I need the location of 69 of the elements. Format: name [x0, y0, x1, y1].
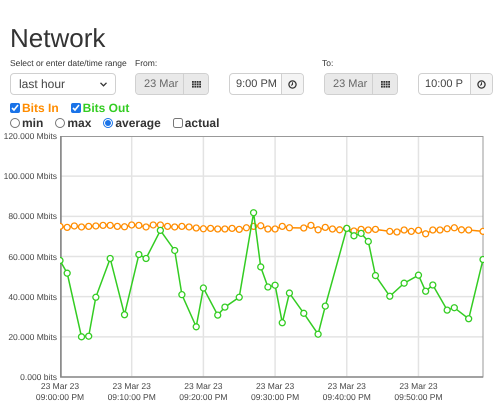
time-picker[interactable]: 10:00 P — [418, 73, 493, 95]
clock-button[interactable] — [281, 74, 303, 94]
mode-label: average — [115, 115, 161, 132]
data-point — [322, 302, 329, 310]
chevron-icon — [100, 82, 107, 86]
data-point — [192, 323, 200, 330]
data-point — [278, 319, 286, 326]
data-point — [236, 294, 243, 301]
data-point — [171, 246, 178, 254]
series-label: Bits Out — [82, 100, 130, 117]
x-tick-label: 23 Mar 23 09:00:00 PM — [34, 381, 86, 403]
data-point — [314, 330, 322, 338]
data-point — [106, 254, 114, 262]
range-select[interactable]: last hour — [10, 73, 116, 95]
data-point — [200, 284, 208, 292]
from-label: From: — [135, 58, 158, 68]
data-point — [257, 263, 264, 271]
data-point — [400, 280, 408, 287]
clock-button[interactable] — [470, 74, 492, 94]
data-point — [479, 228, 484, 236]
date-picker[interactable]: 23 Mar — [135, 73, 209, 95]
x-tick-label: 23 Mar 23 09:40:00 PM — [322, 381, 372, 403]
data-point — [120, 311, 128, 318]
clock-icon — [288, 80, 297, 88]
mode-radio[interactable] — [10, 118, 20, 128]
y-tick-label: 80.000 Mbits — [8, 211, 57, 222]
data-point — [372, 272, 380, 280]
time-field[interactable]: 9:00 PM — [230, 74, 281, 94]
data-point — [250, 209, 258, 216]
y-tick-label: 0.000 bits — [20, 372, 57, 382]
x-tick-label: 23 Mar 23 09:10:00 PM — [106, 381, 157, 403]
data-point — [465, 315, 472, 322]
range-label: Select or enter date/time range — [10, 58, 127, 68]
data-point — [414, 272, 422, 279]
y-tick-label: 120.000 Mbits — [4, 131, 57, 141]
series-checkbox[interactable] — [10, 103, 20, 113]
page-title: Network — [10, 24, 106, 52]
data-point — [64, 270, 71, 277]
y-tick-label: 40.000 Mbits — [8, 292, 57, 302]
data-point — [92, 294, 100, 301]
data-point — [386, 292, 394, 300]
mode-label: max — [67, 115, 92, 132]
clock-icon — [477, 80, 486, 88]
calendar-button[interactable] — [372, 74, 397, 94]
mode-label: actual — [184, 115, 220, 132]
y-tick-label: 60.000 Mbits — [8, 252, 57, 262]
to-label: To: — [322, 58, 334, 70]
data-point — [300, 310, 308, 317]
calendar-button[interactable] — [183, 74, 208, 94]
x-tick-label: 23 Mar 23 09:20:00 PM — [178, 381, 228, 403]
data-point — [286, 289, 294, 297]
time-picker[interactable]: 9:00 PM — [229, 73, 304, 95]
data-point — [479, 256, 484, 264]
grid-icon — [380, 80, 390, 88]
y-tick-label: 100.000 Mbits — [4, 171, 57, 182]
mode-radio[interactable] — [55, 118, 66, 128]
series-checkbox[interactable] — [70, 103, 81, 113]
x-tick-label: 23 Mar 23 09:50:00 PM — [393, 381, 444, 403]
grid-icon — [192, 80, 200, 88]
mode-checkbox[interactable] — [172, 118, 183, 128]
mode-radio[interactable] — [103, 118, 114, 128]
data-point — [178, 291, 186, 298]
data-point — [60, 256, 64, 264]
x-tick-label: 23 Mar 23 09:30:00 PM — [250, 381, 300, 403]
y-tick-label: 20.000 Mbits — [8, 332, 57, 342]
date-picker[interactable]: 23 Mar — [324, 73, 398, 95]
time-field[interactable]: 10:00 P — [419, 74, 470, 94]
mode-label: min — [22, 115, 44, 132]
series-label: Bits In — [22, 100, 59, 117]
